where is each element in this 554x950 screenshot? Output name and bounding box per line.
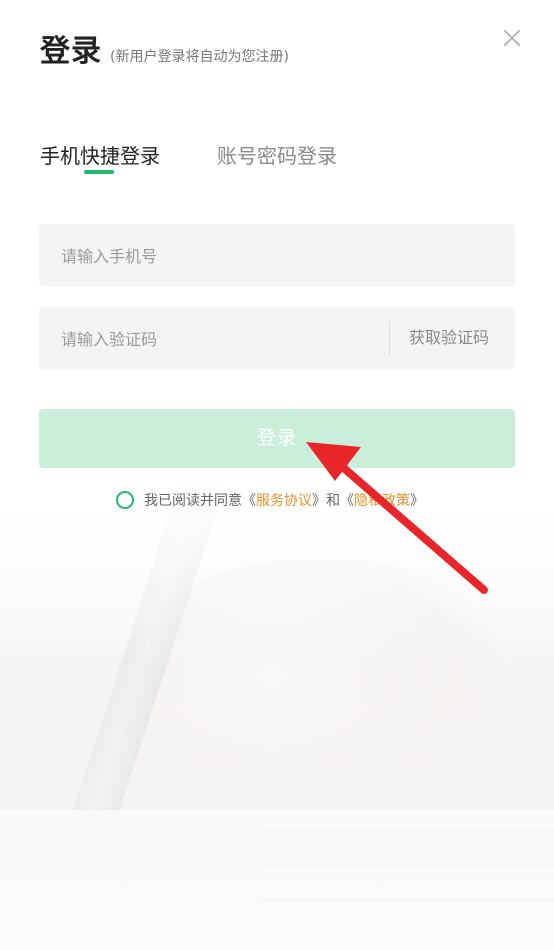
background-photo <box>0 480 554 950</box>
quote-close: 》 <box>410 493 424 509</box>
quote-open: 《 <box>242 493 256 509</box>
quote-open: 《 <box>340 493 354 509</box>
paper-line <box>260 830 554 831</box>
login-button[interactable]: 登录 <box>39 409 515 468</box>
phone-input[interactable] <box>59 224 383 288</box>
privacy-policy-link[interactable]: 隐私政策 <box>354 490 410 510</box>
agreement-prefix: 我已阅读并同意 <box>144 493 242 509</box>
paper-line <box>260 865 554 866</box>
tab-password-login[interactable]: 账号密码登录 <box>217 140 337 169</box>
page-title: 登录 <box>40 34 102 69</box>
tab-phone-login[interactable]: 手机快捷登录 <box>40 140 160 169</box>
paper-image <box>0 810 554 950</box>
service-agreement-link[interactable]: 服务协议 <box>256 490 312 510</box>
page-subtitle: (新用户登录将自动为您注册) <box>110 49 289 65</box>
close-icon[interactable] <box>500 26 524 50</box>
page-header: 登录 (新用户登录将自动为您注册) <box>40 26 289 70</box>
verification-code-input[interactable] <box>59 307 383 371</box>
active-tab-indicator <box>84 170 114 174</box>
field-divider <box>389 321 390 355</box>
agreement-row: 我已阅读并同意 《 服务协议 》 和 《 隐私政策 》 <box>116 490 424 510</box>
phone-field <box>39 224 515 288</box>
agreement-and: 和 <box>326 493 340 509</box>
code-field: 获取验证码 <box>39 307 515 371</box>
get-code-button[interactable]: 获取验证码 <box>409 307 489 369</box>
agreement-radio[interactable] <box>116 491 134 509</box>
quote-close: 》 <box>312 493 326 509</box>
paper-line <box>260 900 554 901</box>
